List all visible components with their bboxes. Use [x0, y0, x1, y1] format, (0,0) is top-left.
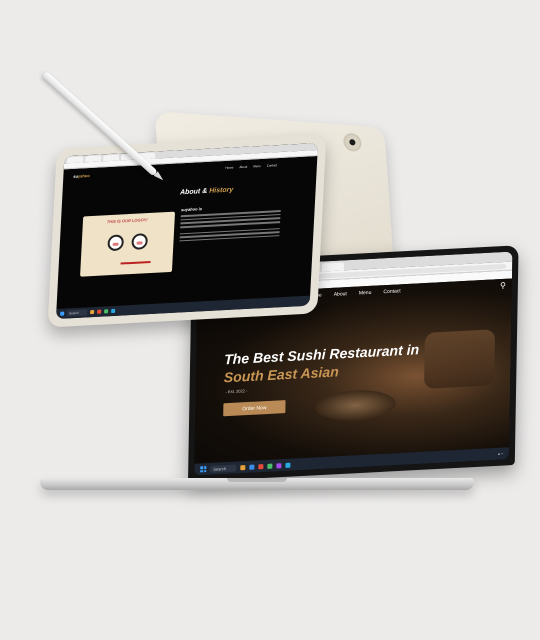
chrome-icon[interactable] — [96, 309, 101, 314]
nav-menu[interactable]: Menu — [359, 290, 372, 297]
logo-card: THIS IS OUR LOGO!!! — [80, 211, 176, 277]
logo-accent: yahoo — [77, 173, 90, 179]
nav-about[interactable]: About — [334, 291, 347, 298]
tablet-site-nav: Home About Menu Contact — [225, 163, 277, 170]
chrome-icon[interactable] — [258, 463, 264, 469]
tablet-screen: suyahoo Home About Menu Contact About & … — [55, 142, 319, 320]
nav-home[interactable]: Home — [225, 165, 233, 169]
taskbar-search[interactable]: Search — [210, 464, 237, 473]
mascot-icon — [107, 234, 125, 252]
system-tray[interactable]: ▲ ≈ — [497, 452, 503, 456]
sushi-plate-image — [315, 388, 396, 423]
windows-start-icon[interactable] — [200, 466, 207, 473]
hero-date: - Est. 2022 - — [225, 388, 248, 395]
about-page: suyahoo Home About Menu Contact About & … — [56, 156, 317, 309]
windows-start-icon[interactable] — [60, 311, 65, 316]
edge-icon[interactable] — [248, 464, 255, 470]
about-body-title: suyahoo is — [181, 206, 203, 213]
app-icon[interactable] — [103, 309, 108, 314]
file-explorer-icon[interactable] — [239, 464, 246, 470]
browser-tab[interactable] — [67, 156, 84, 164]
vscode-icon[interactable] — [285, 462, 291, 468]
search-icon[interactable]: ⚲ — [500, 281, 506, 290]
heading-accent: History — [208, 186, 234, 195]
laptop-base — [40, 478, 474, 490]
chopsticks-icon — [120, 260, 151, 265]
app-icon[interactable] — [276, 462, 282, 468]
tablet: suyahoo Home About Menu Contact About & … — [47, 134, 327, 328]
browser-tab[interactable] — [102, 154, 120, 162]
mascot-icon — [131, 233, 149, 250]
file-explorer-icon[interactable] — [89, 310, 94, 315]
vscode-icon[interactable] — [110, 308, 115, 314]
app-icon[interactable] — [267, 463, 273, 469]
browser-tab[interactable] — [321, 262, 345, 272]
nav-contact[interactable]: Contact — [267, 163, 278, 168]
laptop-notch — [227, 478, 287, 482]
about-heading: About & History — [180, 186, 234, 196]
order-now-button[interactable]: Order Now — [223, 400, 286, 417]
nav-menu[interactable]: Menu — [253, 164, 261, 168]
browser-tab[interactable] — [85, 155, 102, 163]
taskbar-search[interactable]: Search — [67, 309, 87, 317]
site-logo[interactable]: suyahoo — [73, 173, 90, 179]
about-body-text — [179, 210, 281, 244]
nav-contact[interactable]: Contact — [383, 288, 400, 295]
hero-subtitle: South East Asian — [223, 363, 339, 386]
card-title: THIS IS OUR LOGO!!! — [106, 217, 148, 225]
camera-icon — [342, 132, 363, 153]
bowl-image — [423, 329, 496, 389]
heading-main: About & — [179, 187, 208, 197]
nav-about[interactable]: About — [239, 165, 247, 169]
